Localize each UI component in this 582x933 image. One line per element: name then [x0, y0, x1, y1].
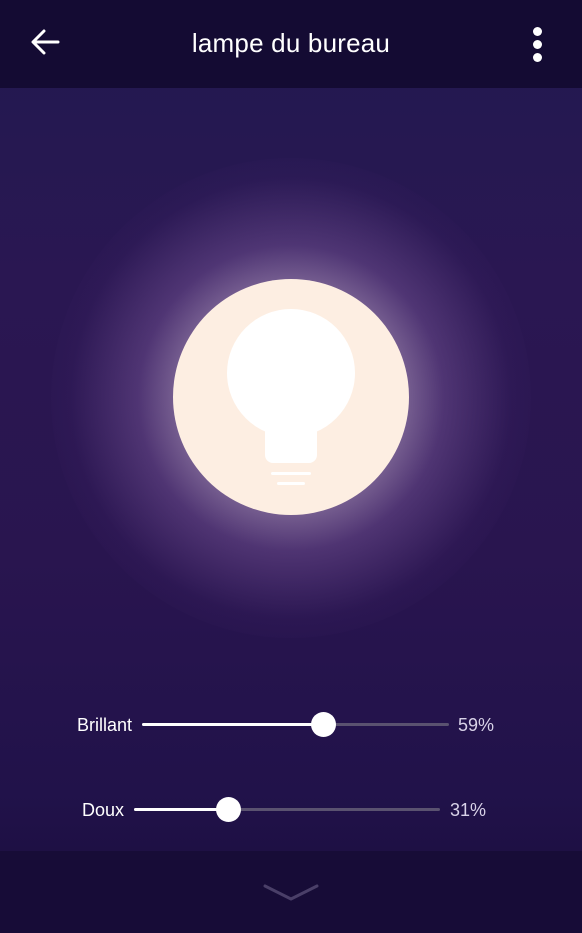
brightness-value: 59%: [458, 715, 495, 735]
chevron-down-icon: [263, 884, 319, 901]
lamp-toggle-button[interactable]: [173, 279, 409, 515]
brightness-slider[interactable]: [142, 712, 449, 737]
slider-label-doux: Doux: [81, 800, 124, 820]
more-vertical-icon: [532, 26, 542, 36]
softness-slider-fill: [134, 808, 229, 811]
brightness-slider-fill: [142, 723, 324, 726]
softness-value: 31%: [450, 800, 487, 820]
softness-slider[interactable]: [134, 797, 440, 822]
brightness-slider-row: Brillant 59%: [0, 705, 582, 745]
app-bar: lampe du bureau: [0, 0, 582, 88]
brightness-slider-thumb[interactable]: [310, 712, 336, 737]
lightbulb-icon: [227, 309, 355, 485]
page-title: lampe du bureau: [191, 28, 391, 58]
softness-slider-thumb[interactable]: [216, 797, 242, 822]
expand-button[interactable]: [260, 878, 322, 906]
more-options-button[interactable]: [520, 24, 554, 64]
slider-label-brillant: Brillant: [76, 715, 132, 735]
softness-slider-row: Doux 31%: [0, 790, 582, 830]
